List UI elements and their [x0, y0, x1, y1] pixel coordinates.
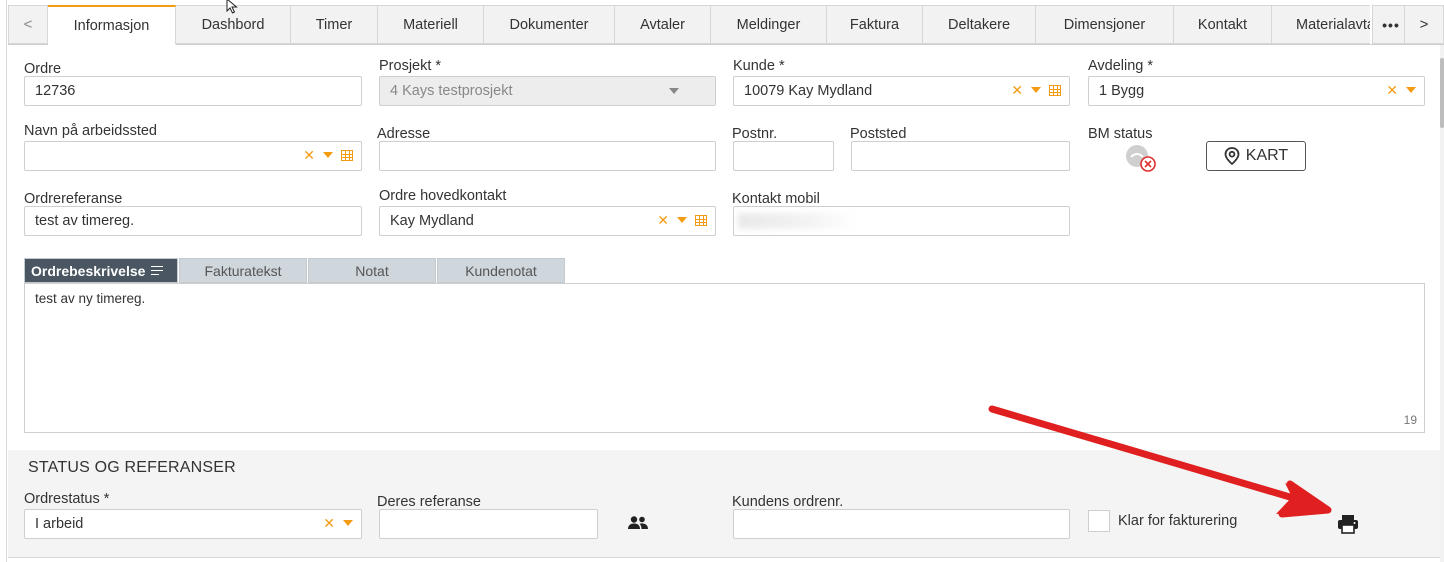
avdeling-select[interactable]: 1 Bygg ✕ — [1088, 76, 1425, 106]
deres-referanse-label: Deres referanse — [377, 494, 481, 510]
tab-bar: < Informasjon Dashbord Timer Materiell D… — [8, 5, 1444, 45]
tab-materiell[interactable]: Materiell — [378, 5, 484, 44]
character-counter: 19 — [1403, 413, 1417, 427]
klar-for-fakturering-checkbox[interactable] — [1088, 510, 1110, 532]
mouse-cursor-icon — [226, 0, 238, 14]
redacted-phone — [738, 213, 858, 229]
section-title: STATUS OG REFERANSER — [28, 459, 236, 476]
dropdown-icon[interactable] — [1406, 87, 1416, 93]
dropdown-icon — [669, 88, 679, 94]
tab-list: Informasjon Dashbord Timer Materiell Dok… — [48, 5, 1370, 45]
postnr-field[interactable] — [733, 141, 834, 171]
tab-timer[interactable]: Timer — [291, 5, 378, 44]
clear-icon[interactable]: ✕ — [1011, 83, 1023, 97]
clear-icon[interactable]: ✕ — [1386, 83, 1398, 97]
klar-for-fakturering-label: Klar for fakturering — [1118, 513, 1238, 529]
deres-referanse-field[interactable] — [379, 509, 598, 539]
subtab-notat[interactable]: Notat — [308, 258, 436, 283]
more-icon: ••• — [1382, 16, 1400, 33]
prosjekt-select: 4 Kays testprosjekt — [379, 76, 716, 106]
left-panel-edge — [0, 0, 7, 562]
tab-meldinger[interactable]: Meldinger — [711, 5, 827, 44]
tab-faktura[interactable]: Faktura — [827, 5, 923, 44]
print-icon[interactable] — [1337, 514, 1359, 534]
location-pin-icon — [1224, 147, 1240, 165]
clear-icon[interactable]: ✕ — [657, 213, 669, 227]
bm-status-icon — [1126, 145, 1156, 172]
bm-status-label: BM status — [1088, 126, 1153, 142]
ordrebeskrivelse-textarea[interactable]: test av ny timereg. 19 — [24, 283, 1425, 433]
lines-icon — [151, 266, 164, 275]
poststed-label: Poststed — [850, 126, 907, 142]
clear-icon[interactable]: ✕ — [303, 148, 315, 162]
grid-lookup-icon[interactable] — [695, 214, 707, 226]
tab-scroll-left-button[interactable]: < — [8, 5, 48, 44]
postnr-label: Postnr. — [732, 126, 778, 142]
kundens-ordrenr-label: Kundens ordrenr. — [732, 494, 844, 510]
tab-materialavtale[interactable]: Materialavtale — [1272, 5, 1370, 44]
prosjekt-label: Prosjekt * — [379, 58, 442, 74]
tab-scroll-right-button[interactable]: > — [1404, 5, 1444, 44]
scrollbar-thumb[interactable] — [1440, 58, 1444, 128]
chevron-right-icon: > — [1419, 16, 1429, 33]
navn-arbeidssted-select[interactable]: ✕ — [24, 141, 362, 171]
adresse-label: Adresse — [377, 126, 431, 142]
subtab-fakturatekst[interactable]: Fakturatekst — [179, 258, 307, 283]
clear-icon[interactable]: ✕ — [323, 516, 335, 530]
tab-dokumenter[interactable]: Dokumenter — [484, 5, 615, 44]
kontakt-mobil-label: Kontakt mobil — [732, 191, 820, 207]
ordre-hovedkontakt-select[interactable]: Kay Mydland ✕ — [379, 206, 716, 236]
grid-lookup-icon[interactable] — [341, 149, 353, 161]
ordrestatus-label: Ordrestatus * — [24, 491, 110, 507]
dropdown-icon[interactable] — [677, 217, 687, 223]
tab-informasjon[interactable]: Informasjon — [48, 5, 176, 45]
ordrestatus-select[interactable]: I arbeid ✕ — [24, 509, 362, 539]
subtab-ordrebeskrivelse[interactable]: Ordrebeskrivelse — [24, 258, 178, 283]
ordre-field[interactable]: 12736 — [24, 76, 362, 106]
dropdown-icon[interactable] — [343, 520, 353, 526]
kundens-ordrenr-field[interactable] — [733, 509, 1070, 539]
ordrereferanse-field[interactable]: test av timereg. — [24, 206, 362, 236]
kunde-select[interactable]: 10079 Kay Mydland ✕ — [733, 76, 1070, 106]
kunde-label: Kunde * — [733, 58, 785, 74]
avdeling-label: Avdeling * — [1088, 58, 1154, 74]
grid-lookup-icon[interactable] — [1049, 84, 1061, 96]
subtab-kundenotat[interactable]: Kundenotat — [437, 258, 565, 283]
dropdown-icon[interactable] — [1031, 87, 1041, 93]
tab-kontakt[interactable]: Kontakt — [1174, 5, 1272, 44]
tab-deltakere[interactable]: Deltakere — [923, 5, 1036, 44]
people-icon[interactable] — [627, 515, 649, 531]
tab-avtaler[interactable]: Avtaler — [615, 5, 711, 44]
tab-dimensjoner[interactable]: Dimensjoner — [1036, 5, 1174, 44]
navn-arbeidssted-label: Navn på arbeidssted — [24, 123, 157, 139]
kart-button[interactable]: KART — [1206, 141, 1306, 171]
ordrereferanse-label: Ordrereferanse — [24, 191, 123, 207]
adresse-field[interactable] — [379, 141, 716, 171]
ordre-hovedkontakt-label: Ordre hovedkontakt — [379, 188, 507, 204]
dropdown-icon[interactable] — [323, 152, 333, 158]
chevron-left-icon: < — [23, 16, 33, 33]
ordre-label: Ordre — [24, 61, 62, 77]
vertical-scrollbar[interactable] — [1440, 44, 1444, 562]
poststed-field[interactable] — [851, 141, 1070, 171]
